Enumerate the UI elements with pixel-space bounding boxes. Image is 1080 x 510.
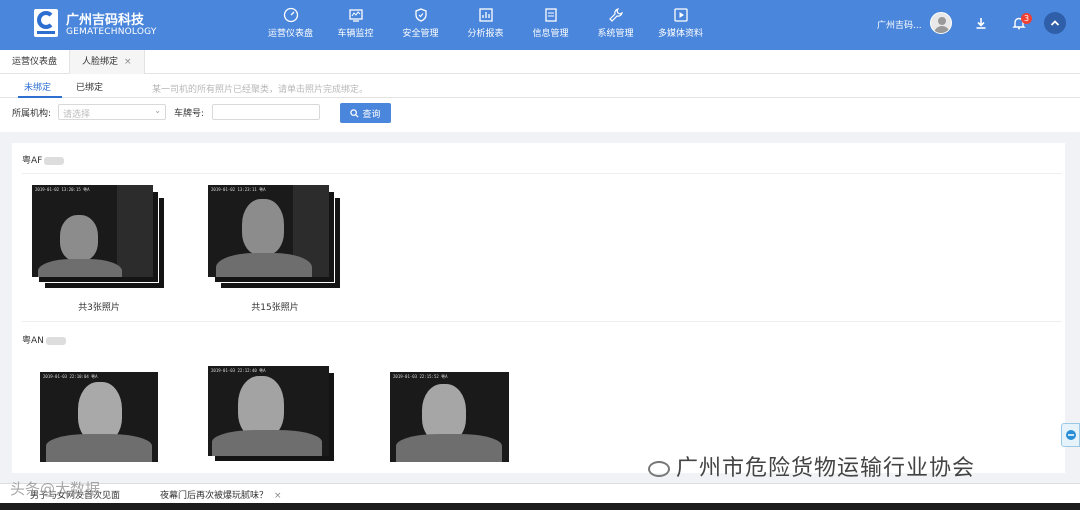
media-icon — [673, 8, 688, 22]
plate-label: 车牌号: — [174, 109, 205, 119]
tab-face-binding[interactable]: 人脸绑定 × — [70, 50, 145, 74]
wechat-icon — [648, 461, 670, 477]
photo-cluster[interactable]: 2019-01-03 22:15:52 粤A — [390, 372, 510, 462]
nav-label: 车辆监控 — [337, 29, 374, 39]
nav-item-vehicle-monitor[interactable]: 车辆监控 — [323, 0, 388, 50]
nav-item-dashboard[interactable]: 运营仪表盘 — [258, 0, 323, 50]
subtab-bound[interactable]: 已绑定 — [76, 80, 103, 93]
photo-timestamp: 2019-01-03 22:15:52 粤A — [393, 374, 448, 379]
page-tabs: 运营仪表盘 人脸绑定 × — [0, 50, 1080, 74]
collapse-header-button[interactable] — [1044, 12, 1066, 34]
photo-cluster[interactable]: 2019-01-02 13:23:11 粤A — [208, 185, 342, 289]
photo-cluster[interactable]: 2019-01-02 13:20:15 粤A — [32, 185, 166, 289]
nav-item-reports[interactable]: 分析报表 — [453, 0, 518, 50]
nav-label: 信息管理 — [532, 29, 569, 39]
nav-label: 多媒体资料 — [657, 29, 703, 39]
chevron-down-icon: ⌄ — [154, 106, 161, 115]
filter-bar: 所属机构: 请选择 ⌄ 车牌号: 查询 — [0, 98, 1080, 132]
nav-label: 系统管理 — [597, 29, 634, 39]
redacted-mark — [45, 336, 66, 345]
brand-subtitle: GEMATECHNOLOGY — [66, 27, 157, 37]
close-icon[interactable]: × — [274, 491, 282, 501]
org-select[interactable]: 请选择 ⌄ — [58, 104, 166, 120]
shield-icon — [414, 8, 427, 22]
driver-photo: 2019-01-03 22:15:52 粤A — [390, 372, 509, 462]
driver-photo: 2019-01-03 22:10:04 粤A — [40, 372, 158, 462]
close-icon[interactable]: × — [124, 57, 132, 67]
nav-label: 分析报表 — [467, 29, 504, 39]
document-icon — [544, 8, 557, 22]
search-icon — [350, 108, 360, 118]
photo-cluster[interactable]: 2019-01-03 22:12:40 粤A — [208, 366, 336, 462]
tab-dashboard[interactable]: 运营仪表盘 — [0, 50, 71, 74]
tab-label: 人脸绑定 — [82, 57, 119, 67]
watermark-toutiao: 头条@大数据 — [10, 480, 101, 498]
nav-label: 安全管理 — [402, 29, 439, 39]
side-float-widget[interactable] — [1061, 423, 1080, 447]
plate-input[interactable] — [212, 104, 320, 120]
download-icon — [976, 18, 986, 29]
main-nav: 运营仪表盘 车辆监控 安全管理 分析报表 信息管理 系统管理 多媒体资料 — [258, 0, 713, 50]
query-button[interactable]: 查询 — [340, 103, 391, 123]
user-name[interactable]: 广州吉码... — [877, 18, 922, 31]
divider — [22, 321, 1062, 322]
tab-label: 运营仪表盘 — [12, 57, 58, 67]
nav-item-info[interactable]: 信息管理 — [518, 0, 583, 50]
brand-name: 广州吉码科技 — [66, 13, 145, 28]
photo-timestamp: 2019-01-03 22:12:40 粤A — [211, 368, 266, 373]
photo-timestamp: 2019-01-02 13:20:15 粤A — [35, 187, 90, 192]
photo-count: 共3张照片 — [78, 303, 120, 313]
nav-item-safety[interactable]: 安全管理 — [388, 0, 453, 50]
nav-item-system[interactable]: 系统管理 — [583, 0, 648, 50]
notification-badge: 3 — [1021, 13, 1032, 24]
driver-photo: 2019-01-02 13:23:11 粤A — [208, 185, 329, 277]
photo-groups-panel: 粤AF 2019-01-02 13:20:15 粤A 共3张照片 2019-01… — [12, 143, 1065, 473]
dashboard-icon — [283, 7, 298, 23]
photo-count: 共15张照片 — [251, 303, 299, 313]
news-item[interactable]: 夜幕门后再次被爆玩腻味？ × — [160, 488, 282, 501]
photo-timestamp: 2019-01-02 13:23:11 粤A — [211, 187, 266, 192]
org-placeholder: 请选择 — [63, 110, 91, 120]
chart-icon — [478, 8, 493, 22]
nav-label: 运营仪表盘 — [267, 29, 313, 39]
driver-photo: 2019-01-02 13:20:15 粤A — [32, 185, 153, 277]
redacted-mark — [44, 156, 65, 165]
nav-item-media[interactable]: 多媒体资料 — [648, 0, 713, 50]
chevron-up-icon — [1050, 20, 1060, 26]
download-button[interactable] — [970, 12, 992, 34]
top-navigation-bar: 广州吉码科技 GEMATECHNOLOGY 运营仪表盘 车辆监控 安全管理 分析… — [0, 0, 1080, 50]
avatar[interactable] — [930, 12, 952, 34]
watermark-association: 广州市危险货物运输行业协会 — [648, 450, 975, 482]
bottom-news-bar: 男子与女网友首次见面 夜幕门后再次被爆玩腻味？ × — [0, 483, 1080, 503]
wrench-icon — [608, 8, 623, 22]
monitor-icon — [348, 9, 363, 22]
subtab-unbound[interactable]: 未绑定 — [24, 80, 51, 93]
org-label: 所属机构: — [12, 109, 52, 119]
divider — [22, 173, 1062, 174]
remote-icon — [1065, 430, 1076, 440]
group-plate: 粤AF — [22, 153, 65, 166]
photo-timestamp: 2019-01-03 22:10:04 粤A — [43, 374, 98, 379]
group-plate: 粤AN — [22, 333, 66, 346]
query-label: 查询 — [362, 109, 381, 120]
binding-hint: 某一司机的所有照片已经聚类，请单击照片完成绑定。 — [152, 85, 369, 95]
driver-photo: 2019-01-03 22:12:40 粤A — [208, 366, 329, 456]
photo-cluster[interactable]: 2019-01-03 22:10:04 粤A — [40, 372, 160, 462]
company-logo — [34, 9, 58, 37]
os-taskbar — [0, 503, 1080, 510]
